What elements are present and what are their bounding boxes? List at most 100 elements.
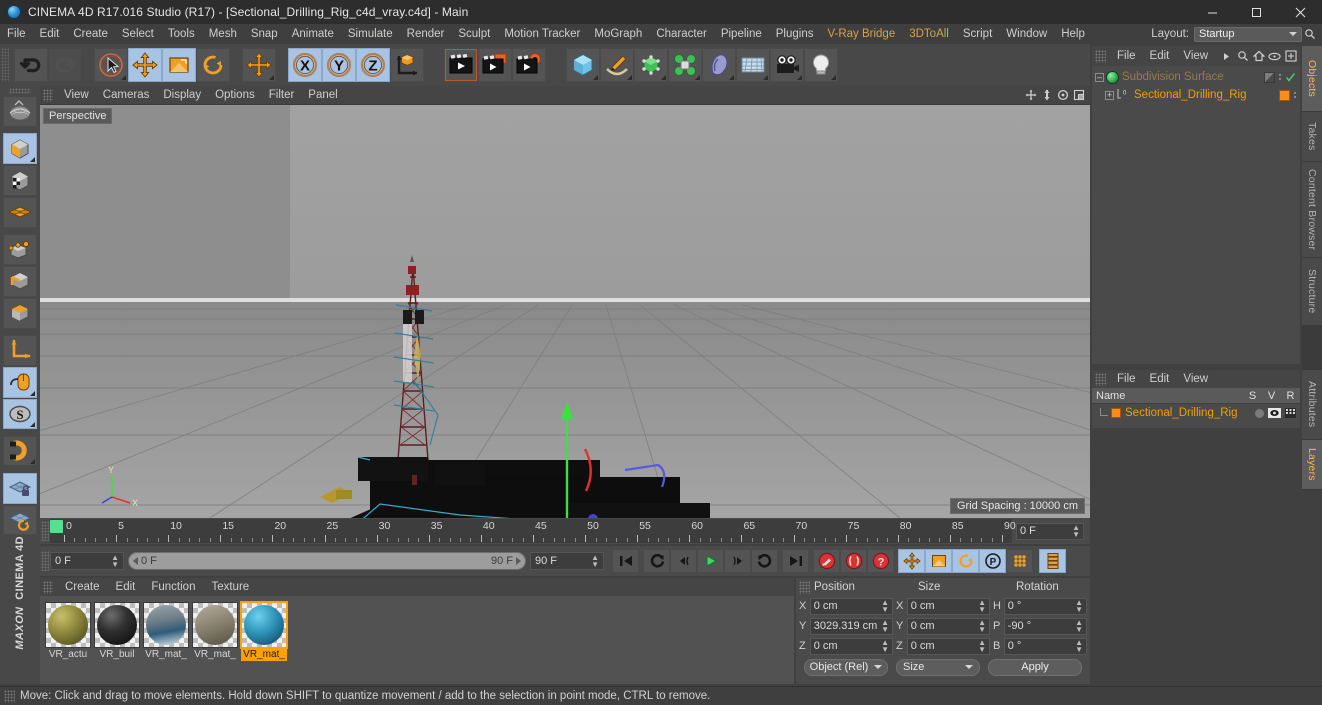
viewport-canvas[interactable]: Perspective Y X Grid Spacing: 10000 cm	[40, 105, 1090, 518]
menu-edit[interactable]: Edit	[33, 24, 67, 44]
material-item-selected[interactable]: VR_mat_	[241, 602, 287, 684]
position-y-field[interactable]: 3029.319 cm ▲ ▼	[809, 617, 893, 635]
go-to-previous-key-button[interactable]	[643, 549, 670, 573]
viewport-grip[interactable]	[43, 88, 53, 102]
menu-3dtoall[interactable]: 3DToAll	[902, 24, 956, 44]
point-mode-tool[interactable]	[3, 234, 37, 265]
polygon-mode-tool[interactable]	[3, 197, 37, 228]
spinner-arrows-icon[interactable]: ▲ ▼	[881, 619, 889, 634]
material-item[interactable]: VR_mat_	[143, 602, 189, 684]
size-z-field[interactable]: 0 cm ▲ ▼	[906, 637, 990, 655]
solo-flag-icon[interactable]	[1255, 408, 1264, 418]
axis-modification-tool[interactable]	[3, 334, 37, 366]
z-axis-lock[interactable]: Z	[356, 48, 390, 82]
object-menu-file[interactable]: File	[1110, 46, 1143, 66]
visibility-dots-icon[interactable]	[1294, 92, 1296, 98]
undo-button[interactable]	[14, 48, 48, 82]
tool-options-corner[interactable]	[797, 75, 802, 80]
end-frame-field[interactable]: 90 F ▲ ▼	[530, 552, 604, 570]
add-cube-button[interactable]	[566, 48, 600, 82]
material-menu-edit[interactable]: Edit	[108, 578, 144, 596]
structure-menu-file[interactable]: File	[1110, 370, 1143, 388]
render-to-picture-viewer-button[interactable]	[478, 48, 512, 82]
material-menu-function[interactable]: Function	[143, 578, 203, 596]
viewport-rotate-icon[interactable]	[1056, 88, 1070, 102]
magnet-tool[interactable]	[3, 435, 37, 467]
render-view-button[interactable]	[444, 48, 478, 82]
spinner-arrows-icon[interactable]: ▲ ▼	[1075, 639, 1083, 654]
size-x-field[interactable]: 0 cm ▲ ▼	[906, 597, 990, 615]
position-x-field[interactable]: 0 cm ▲ ▼	[809, 597, 893, 615]
spinner-arrows-icon[interactable]: ▲ ▼	[881, 599, 889, 614]
tab-layers[interactable]: Layers	[1302, 440, 1322, 490]
snap-settings-tool[interactable]: S	[3, 398, 37, 430]
tool-options-corner[interactable]	[729, 75, 734, 80]
material-tag-icon[interactable]	[1279, 89, 1290, 101]
object-menu-view[interactable]: View	[1176, 46, 1215, 66]
record-scale-button[interactable]	[925, 549, 952, 573]
viewport-solo-tool[interactable]	[3, 366, 37, 398]
material-item[interactable]: VR_buil	[94, 602, 140, 684]
menu-script[interactable]: Script	[956, 24, 999, 44]
coordinate-size-dropdown[interactable]: Size	[896, 658, 980, 676]
spinner-arrows-icon[interactable]: ▲ ▼	[978, 639, 986, 654]
live-selection-tool[interactable]	[94, 48, 128, 82]
go-to-end-button[interactable]	[782, 549, 809, 573]
go-to-next-key-button[interactable]	[751, 549, 778, 573]
range-right-arrow-icon[interactable]	[516, 557, 521, 565]
material-item[interactable]: VR_mat_	[192, 602, 238, 684]
menu-mesh[interactable]: Mesh	[202, 24, 244, 44]
tool-options-corner[interactable]	[30, 157, 35, 163]
material-thumbnail[interactable]	[143, 602, 189, 648]
tool-options-corner[interactable]	[593, 75, 598, 80]
expand-collapse-icon[interactable]: +	[1105, 90, 1114, 100]
face-mode-tool[interactable]	[3, 297, 37, 329]
material-menu-create[interactable]: Create	[57, 578, 108, 596]
record-active-objects-button[interactable]	[813, 549, 840, 573]
structure-menu-edit[interactable]: Edit	[1143, 370, 1177, 388]
timeline-playhead[interactable]	[50, 520, 63, 533]
step-back-button[interactable]	[670, 549, 697, 573]
rotate-tool[interactable]	[196, 48, 230, 82]
timeline-grip[interactable]	[41, 521, 49, 541]
menu-render[interactable]: Render	[400, 24, 452, 44]
tool-options-corner[interactable]	[30, 390, 35, 396]
menu-pipeline[interactable]: Pipeline	[714, 24, 769, 44]
timeline-frame-field[interactable]: 0 F ▲ ▼	[1016, 522, 1084, 540]
menu-plugins[interactable]: Plugins	[769, 24, 821, 44]
viewport-menu-panel[interactable]: Panel	[301, 86, 344, 105]
menu-sculpt[interactable]: Sculpt	[451, 24, 497, 44]
add-array-button[interactable]	[668, 48, 702, 82]
tool-options-corner[interactable]	[121, 75, 126, 80]
x-axis-lock[interactable]: X	[288, 48, 322, 82]
spinner-arrows-icon[interactable]: ▲ ▼	[111, 554, 119, 569]
add-environment-button[interactable]	[736, 48, 770, 82]
menu-animate[interactable]: Animate	[285, 24, 341, 44]
material-manager-grip[interactable]	[43, 580, 53, 594]
material-thumbnail[interactable]	[241, 602, 287, 648]
menu-vray-bridge[interactable]: V-Ray Bridge	[820, 24, 902, 44]
tool-options-corner[interactable]	[30, 422, 35, 428]
object-row-sectional-drilling-rig[interactable]: + 0 Sectional_Drilling_Rig	[1092, 86, 1300, 104]
spinner-arrows-icon[interactable]: ▲ ▼	[591, 554, 599, 569]
menu-file[interactable]: File	[0, 24, 33, 44]
material-thumbnail[interactable]	[192, 602, 238, 648]
record-point-level-button[interactable]	[1006, 549, 1033, 573]
step-forward-button[interactable]	[724, 549, 751, 573]
expand-collapse-icon[interactable]: –	[1095, 72, 1104, 82]
coordinate-mode-dropdown[interactable]: Object (Rel)	[804, 658, 888, 676]
texture-mode-tool[interactable]	[3, 165, 37, 197]
eye-icon[interactable]	[1268, 50, 1281, 63]
home-icon[interactable]	[1252, 50, 1265, 63]
playbar-grip[interactable]	[41, 551, 49, 571]
menu-simulate[interactable]: Simulate	[341, 24, 400, 44]
record-position-button[interactable]	[898, 549, 925, 573]
status-bar-grip[interactable]	[4, 689, 15, 703]
viewport-maximize-icon[interactable]	[1072, 88, 1086, 102]
move-alt-tool[interactable]	[242, 48, 276, 82]
object-menu-edit[interactable]: Edit	[1143, 46, 1177, 66]
add-deformer-button[interactable]	[702, 48, 736, 82]
rotation-h-field[interactable]: 0 ° ▲ ▼	[1003, 597, 1087, 615]
record-pla-button[interactable]: P	[979, 549, 1006, 573]
structure-menu-view[interactable]: View	[1176, 370, 1215, 388]
